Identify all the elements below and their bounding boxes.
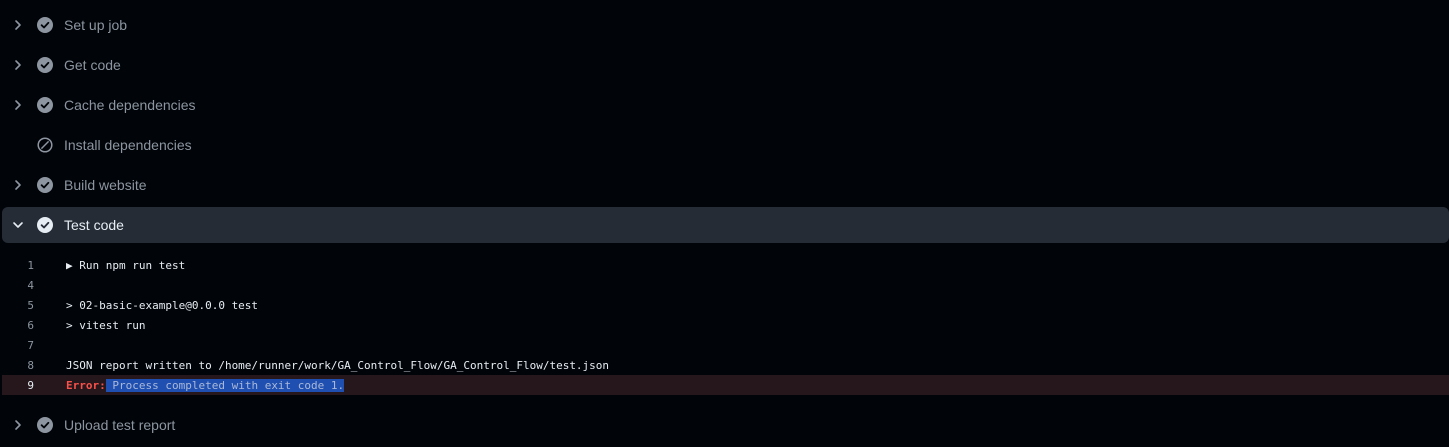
success-icon xyxy=(36,96,54,114)
line-number[interactable]: 9 xyxy=(2,379,50,392)
step-install-dependencies[interactable]: Install dependencies xyxy=(2,127,1449,163)
error-prefix: Error: xyxy=(66,379,106,392)
log-line: 6 > vitest run xyxy=(2,315,1449,335)
error-prefix-colon: : xyxy=(99,378,106,392)
chevron-down-icon[interactable] xyxy=(10,217,26,233)
chevron-right-icon[interactable] xyxy=(10,17,26,33)
chevron-right-icon[interactable] xyxy=(10,97,26,113)
step-label: Upload test report xyxy=(64,417,176,433)
step-label: Test code xyxy=(64,217,124,233)
log-text[interactable]: ▶ Run npm run test xyxy=(66,259,185,272)
success-icon xyxy=(36,216,54,234)
success-icon xyxy=(36,416,54,434)
log-line: 4 xyxy=(2,275,1449,295)
step-cache-dependencies[interactable]: Cache dependencies xyxy=(2,87,1449,123)
step-test-code[interactable]: Test code xyxy=(2,207,1449,243)
log-text: > vitest run xyxy=(66,318,146,332)
step-log-output: 1 ▶ Run npm run test 4 5 > 02-basic-exam… xyxy=(2,255,1449,395)
log-text: JSON report written to /home/runner/work… xyxy=(66,358,610,372)
step-get-code[interactable]: Get code xyxy=(2,47,1449,83)
success-icon xyxy=(36,16,54,34)
job-steps-panel: Set up job Get code Cache dependencies I… xyxy=(0,0,1449,447)
selected-error-message: Process completed with exit code 1. xyxy=(105,378,345,392)
skipped-icon xyxy=(36,136,54,154)
chevron-right-icon[interactable] xyxy=(10,177,26,193)
chevron-right-icon[interactable] xyxy=(10,417,26,433)
line-number[interactable]: 8 xyxy=(2,359,50,372)
log-line: 1 ▶ Run npm run test xyxy=(2,255,1449,275)
success-icon xyxy=(36,56,54,74)
line-number[interactable]: 6 xyxy=(2,319,50,332)
line-number[interactable]: 5 xyxy=(2,299,50,312)
log-line: 8 JSON report written to /home/runner/wo… xyxy=(2,355,1449,375)
step-label: Install dependencies xyxy=(64,137,192,153)
line-number[interactable]: 1 xyxy=(2,259,50,272)
step-build-website[interactable]: Build website xyxy=(2,167,1449,203)
line-number[interactable]: 7 xyxy=(2,339,50,352)
error-prefix-word-a: Error xyxy=(66,378,100,392)
step-label: Set up job xyxy=(64,17,128,33)
step-label: Cache dependencies xyxy=(64,97,196,113)
chevron-placeholder xyxy=(10,137,26,153)
chevron-right-icon[interactable] xyxy=(10,57,26,73)
step-set-up-job[interactable]: Set up job xyxy=(2,7,1449,43)
log-line-error: 9 Error: Process completed with exit cod… xyxy=(2,375,1449,395)
log-line: 5 > 02-basic-example@0.0.0 test xyxy=(2,295,1449,315)
line-number[interactable]: 4 xyxy=(2,279,50,292)
step-label: Build website xyxy=(64,177,147,193)
log-text: Error: Process completed with exit code … xyxy=(66,378,345,392)
success-icon xyxy=(36,176,54,194)
step-label: Get code xyxy=(64,57,121,73)
log-line: 7 xyxy=(2,335,1449,355)
log-text: > 02-basic-example@0.0.0 test xyxy=(66,298,259,312)
step-upload-test-report[interactable]: Upload test report xyxy=(2,407,1449,443)
